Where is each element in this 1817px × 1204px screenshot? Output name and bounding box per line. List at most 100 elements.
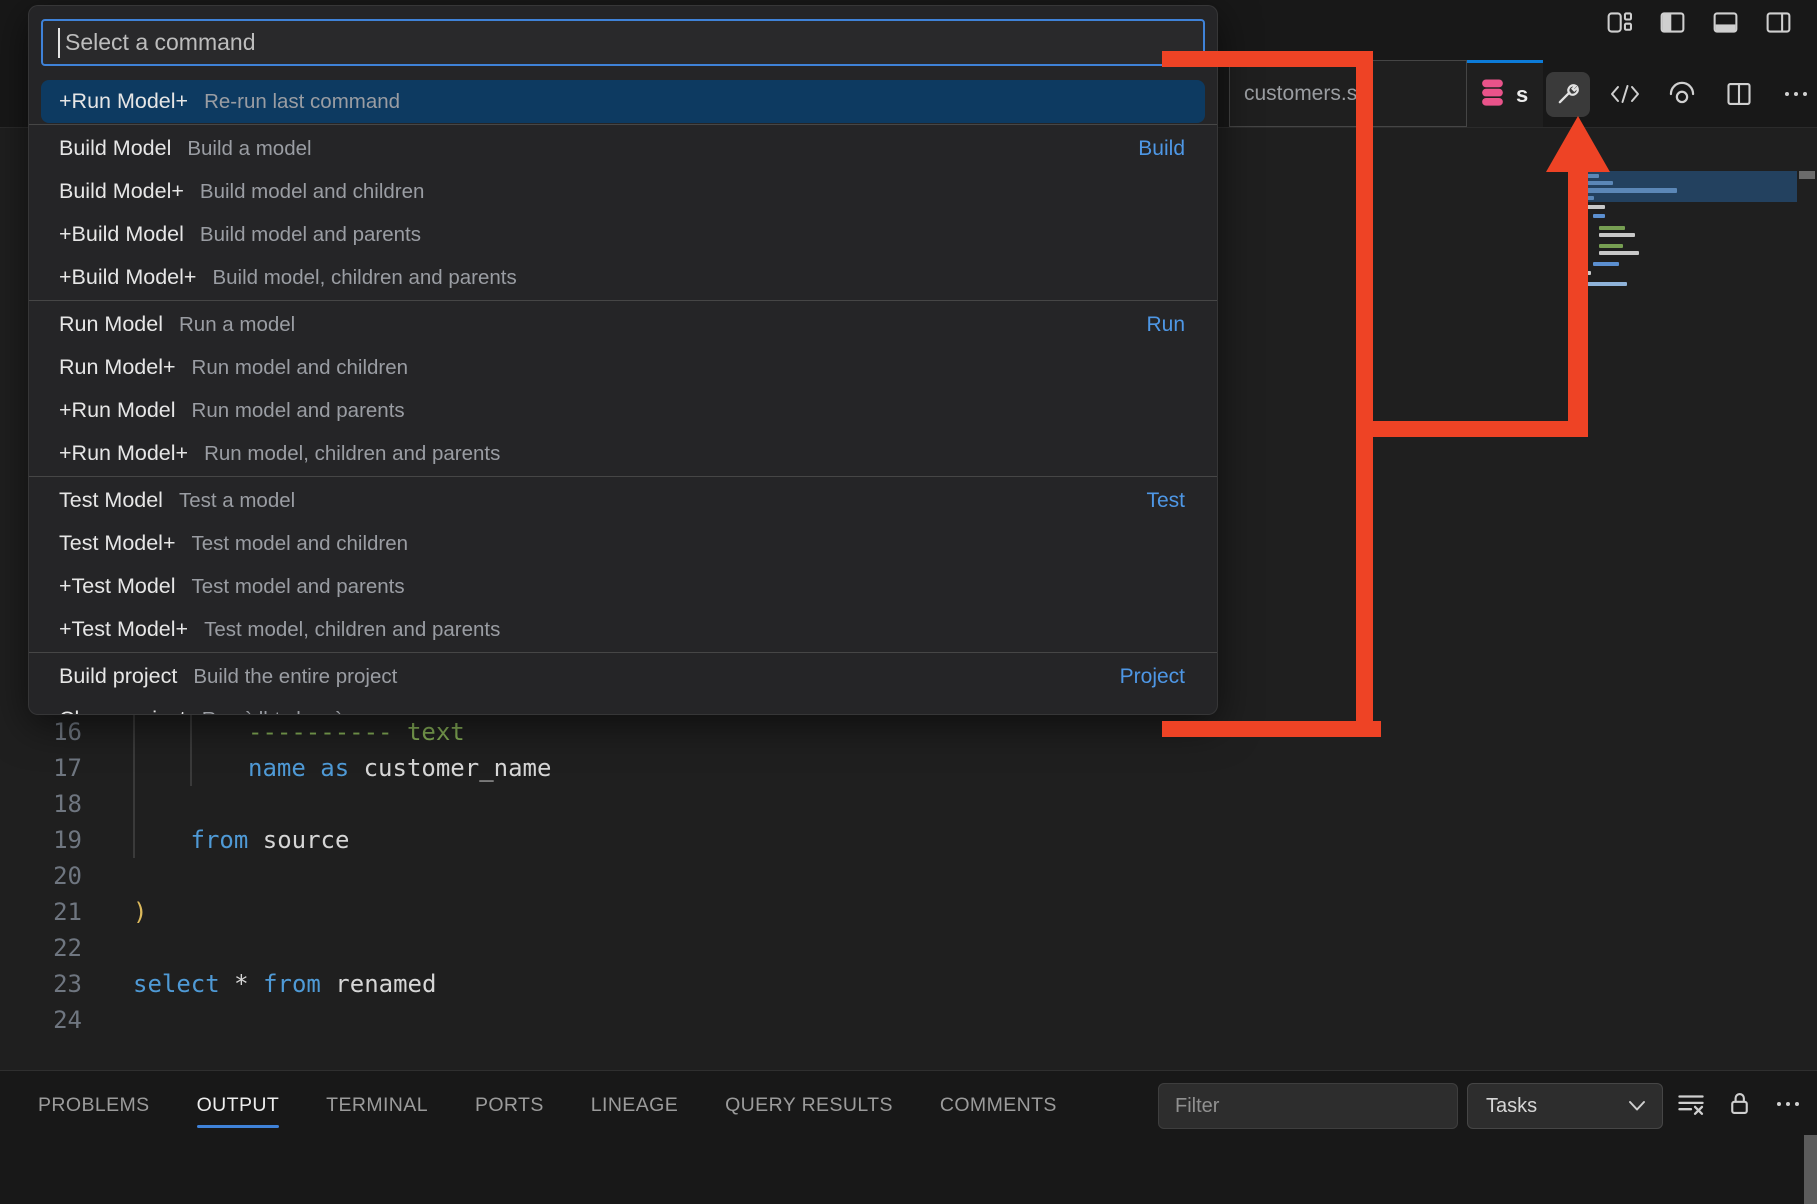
line-number: 16 xyxy=(0,714,82,750)
toggle-secondary-sidebar-icon[interactable] xyxy=(1764,8,1793,37)
palette-row[interactable]: +Build ModelBuild model and parents xyxy=(41,213,1205,256)
annotation-rect-bottom xyxy=(1162,721,1381,737)
palette-row-label: Test Model xyxy=(59,488,163,513)
panel-tab-problems[interactable]: PROBLEMS xyxy=(38,1094,150,1128)
palette-row[interactable]: +Run Model+Re-run last command xyxy=(41,80,1205,123)
line-number: 17 xyxy=(0,750,82,786)
tab-customers-sql-active[interactable]: s xyxy=(1467,60,1543,127)
clear-output-icon[interactable] xyxy=(1676,1090,1706,1123)
more-actions-icon[interactable] xyxy=(1774,72,1817,117)
text-caret xyxy=(58,28,60,58)
palette-separator xyxy=(29,651,1217,655)
palette-separator xyxy=(29,123,1217,127)
palette-row-label: Run Model xyxy=(59,312,163,337)
tab-customers-sql[interactable]: customers.sql xyxy=(1229,60,1467,127)
palette-row-label: +Build Model+ xyxy=(59,265,196,290)
toggle-panel-icon[interactable] xyxy=(1711,8,1740,37)
line-number: 23 xyxy=(0,966,82,1002)
minimap-line xyxy=(1587,196,1594,200)
code-line[interactable]: 18 xyxy=(0,786,1200,822)
database-icon xyxy=(1479,78,1506,112)
line-number: 21 xyxy=(0,894,82,930)
annotation-rect-right xyxy=(1356,51,1373,737)
line-text: select * from renamed xyxy=(133,966,436,1002)
annotation-arrow-head xyxy=(1546,116,1610,172)
overview-ruler-marker xyxy=(1799,171,1815,179)
palette-row-description: Re-run last command xyxy=(204,90,400,114)
toggle-primary-sidebar-icon[interactable] xyxy=(1658,8,1687,37)
minimap-line xyxy=(1587,174,1599,178)
palette-row[interactable]: Clean projectRun `dbt clean` xyxy=(41,698,1205,715)
minimap-line xyxy=(1587,282,1627,286)
palette-row-label: +Build Model xyxy=(59,222,184,247)
palette-row-description: Test a model xyxy=(179,489,295,513)
palette-row-description: Build the entire project xyxy=(193,665,397,689)
minimap-line xyxy=(1599,233,1635,237)
palette-row[interactable]: +Test Model+Test model, children and par… xyxy=(41,608,1205,651)
panel-tab-output[interactable]: OUTPUT xyxy=(197,1094,280,1128)
palette-row[interactable]: +Build Model+ Build model, children and p… xyxy=(41,256,1205,299)
annotation-connector xyxy=(1373,421,1588,437)
minimap-line xyxy=(1587,205,1605,209)
panel-tab-query-results[interactable]: QUERY RESULTS xyxy=(725,1094,893,1128)
annotation-rect-top xyxy=(1162,51,1373,67)
panel-action-icons xyxy=(1676,1083,1803,1129)
panel-tab-comments[interactable]: COMMENTS xyxy=(940,1094,1057,1128)
more-actions-icon[interactable] xyxy=(1773,1090,1803,1123)
command-input-wrap xyxy=(41,19,1205,66)
palette-row-label: +Run Model xyxy=(59,398,176,423)
palette-row-label: Test Model+ xyxy=(59,531,176,556)
line-number: 18 xyxy=(0,786,82,822)
palette-row[interactable]: Test Model+ Test model and children xyxy=(41,522,1205,565)
code-line[interactable]: 19from source xyxy=(0,822,1200,858)
palette-row-tag: Build xyxy=(1138,137,1185,161)
code-line[interactable]: 21) xyxy=(0,894,1200,930)
palette-row[interactable]: +Test ModelTest model and parents xyxy=(41,565,1205,608)
palette-row[interactable]: Test ModelTest a modelTest xyxy=(41,479,1205,522)
palette-row[interactable]: +Run ModelRun model and parents xyxy=(41,389,1205,432)
panel-tab-ports[interactable]: PORTS xyxy=(475,1094,544,1128)
palette-row-description: Run `dbt clean` xyxy=(202,708,342,716)
code-line[interactable]: 22 xyxy=(0,930,1200,966)
palette-row[interactable]: Build ModelBuild a modelBuild xyxy=(41,127,1205,170)
palette-row[interactable]: Build projectBuild the entire projectPro… xyxy=(41,655,1205,698)
palette-row[interactable]: +Run Model+Run model, children and paren… xyxy=(41,432,1205,475)
code-line[interactable]: 24 xyxy=(0,1002,1200,1038)
palette-row-description: Test model and children xyxy=(192,532,409,556)
minimap-line xyxy=(1599,251,1639,255)
code-icon[interactable] xyxy=(1603,72,1647,117)
scrollbar-thumb[interactable] xyxy=(1804,1135,1817,1204)
code-line[interactable]: 16---------- text xyxy=(0,714,1200,750)
split-editor-icon[interactable] xyxy=(1717,72,1761,117)
customize-layout-icon[interactable] xyxy=(1605,8,1634,37)
minimap-line xyxy=(1599,226,1625,230)
command-list: +Run Model+Re-run last commandBuild Mode… xyxy=(29,80,1217,715)
filter-input[interactable] xyxy=(1158,1083,1458,1129)
palette-row[interactable]: Run ModelRun a modelRun xyxy=(41,303,1205,346)
palette-row-description: Build model, children and parents xyxy=(212,266,516,290)
code-line[interactable]: 20 xyxy=(0,858,1200,894)
palette-row[interactable]: Run Model+Run model and children xyxy=(41,346,1205,389)
palette-row-label: +Run Model+ xyxy=(59,441,188,466)
command-input[interactable] xyxy=(41,19,1205,66)
preview-icon[interactable] xyxy=(1660,72,1704,117)
palette-row-description: Test model, children and parents xyxy=(204,618,500,642)
tasks-dropdown[interactable]: Tasks xyxy=(1467,1083,1663,1129)
panel-tab-lineage[interactable]: LINEAGE xyxy=(591,1094,678,1128)
line-number: 19 xyxy=(0,822,82,858)
minimap-line xyxy=(1587,188,1677,193)
annotation-arrow-shaft xyxy=(1568,168,1588,437)
tab-label: customers.sql xyxy=(1244,82,1374,106)
line-number: 20 xyxy=(0,858,82,894)
panel-tab-terminal[interactable]: TERMINAL xyxy=(326,1094,428,1128)
line-number: 24 xyxy=(0,1002,82,1038)
lock-icon[interactable] xyxy=(1726,1089,1753,1123)
palette-row-label: +Test Model xyxy=(59,574,176,599)
wrench-icon[interactable] xyxy=(1546,72,1590,117)
line-text: ) xyxy=(133,894,147,930)
minimap[interactable] xyxy=(1582,171,1797,306)
minimap-selection xyxy=(1582,171,1797,202)
code-line[interactable]: 23 select * from renamed xyxy=(0,966,1200,1002)
palette-row[interactable]: Build Model+Build model and children xyxy=(41,170,1205,213)
code-line[interactable]: 17name as customer_name xyxy=(0,750,1200,786)
